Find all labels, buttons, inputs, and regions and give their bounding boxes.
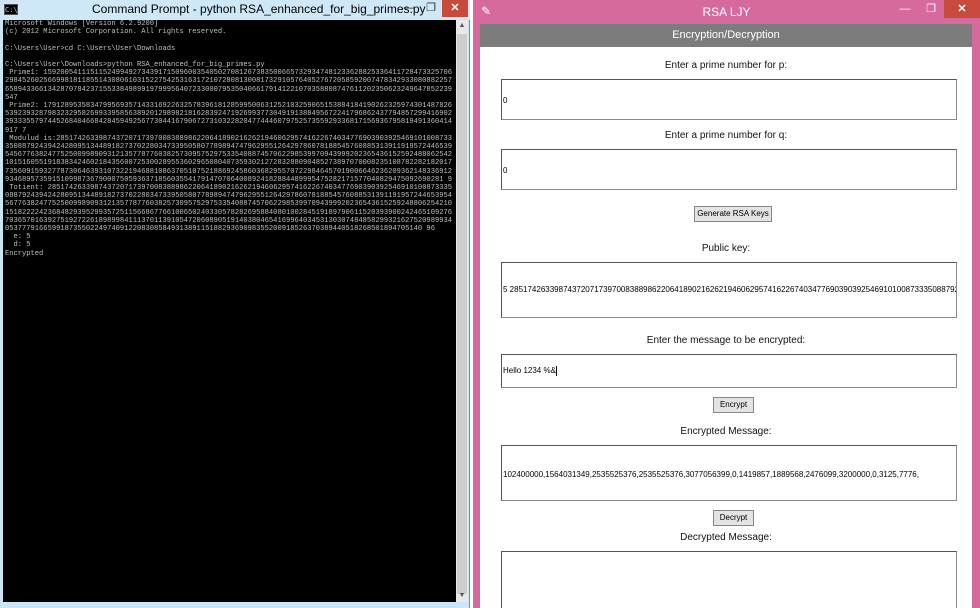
console-line: C:\Users\User\Downloads>python RSA_enhan… <box>5 61 265 70</box>
rsa-close-button[interactable]: ✕ <box>944 0 980 18</box>
decrypted-output[interactable] <box>501 551 957 608</box>
console-scrollbar[interactable]: ▲ ▼ <box>456 20 468 602</box>
scroll-up-icon[interactable]: ▲ <box>456 20 468 32</box>
encrypted-output[interactable]: 102400000,1564031349,2535525376,25355253… <box>501 445 957 501</box>
p-label: Enter a prime number for p: <box>664 60 788 71</box>
generate-keys-button[interactable]: Generate RSA Keys <box>694 206 772 222</box>
message-label: Enter the message to be encrypted: <box>646 335 806 346</box>
rsa-client-area: Encryption/Decryption Enter a prime numb… <box>480 24 972 608</box>
p-input[interactable]: 0 <box>501 79 957 120</box>
console-text: Microsoft Windows [Version 6.2.9200] (c)… <box>3 20 456 258</box>
section-header: Encryption/Decryption <box>480 24 972 47</box>
cmd-restore-button[interactable]: ❐ <box>420 0 442 17</box>
console-line: Encrypted <box>5 249 44 258</box>
decrypted-label: Decrypted Message: <box>680 532 772 543</box>
cmd-window-title: Command Prompt - python RSA_enhanced_for… <box>92 2 426 16</box>
console-output[interactable]: Microsoft Windows [Version 6.2.9200] (c)… <box>3 20 456 602</box>
console-line: Prime1: 15920054111511524994927343917150… <box>5 69 452 102</box>
scroll-down-icon[interactable]: ▼ <box>456 590 468 602</box>
cmd-titlebar[interactable]: C:\ Command Prompt - python RSA_enhanced… <box>0 0 470 20</box>
message-text: Hello 1234 %& <box>503 366 556 375</box>
rsa-titlebar[interactable]: ✎ RSA LJY — ❐ ✕ <box>473 0 980 24</box>
decrypt-button[interactable]: Decrypt <box>713 510 754 526</box>
encrypt-button[interactable]: Encrypt <box>713 397 754 413</box>
public-key-field[interactable]: 5 28517426339874372071739700838898622064… <box>501 262 957 318</box>
cmd-app-icon: C:\ <box>4 4 18 15</box>
console-line: Microsoft Windows [Version 6.2.9200] <box>5 20 159 28</box>
public-key-label: Public key: <box>701 243 751 254</box>
rsa-restore-button[interactable]: ❐ <box>918 0 944 18</box>
message-input[interactable]: Hello 1234 %& <box>501 354 957 388</box>
encrypted-label: Encrypted Message: <box>680 426 772 437</box>
console-line: Prime2: 17912895358347995693571433169226… <box>5 102 452 135</box>
q-input[interactable]: 0 <box>501 149 957 190</box>
rsa-window: ✎ RSA LJY — ❐ ✕ Encryption/Decryption En… <box>473 0 980 608</box>
console-line: Totient: 2851742633987437207173970083889… <box>5 184 452 234</box>
console-line: C:\Users\User>cd C:\Users\User\Downloads <box>5 44 176 53</box>
cmd-minimize-button[interactable]: — <box>398 0 420 17</box>
text-caret <box>555 365 557 376</box>
scroll-thumb[interactable] <box>457 34 467 594</box>
console-line: d: 5 <box>13 241 31 250</box>
console-line: Modulud is:28517426339874372071739700838… <box>5 134 452 184</box>
cmd-close-button[interactable]: ✕ <box>442 0 468 17</box>
rsa-minimize-button[interactable]: — <box>892 0 918 18</box>
command-prompt-window: C:\ Command Prompt - python RSA_enhanced… <box>0 0 470 608</box>
q-label: Enter a prime number for q: <box>664 130 788 141</box>
console-line: (c) 2012 Microsoft Corporation. All righ… <box>5 28 227 37</box>
console-line: e: 5 <box>13 233 31 242</box>
